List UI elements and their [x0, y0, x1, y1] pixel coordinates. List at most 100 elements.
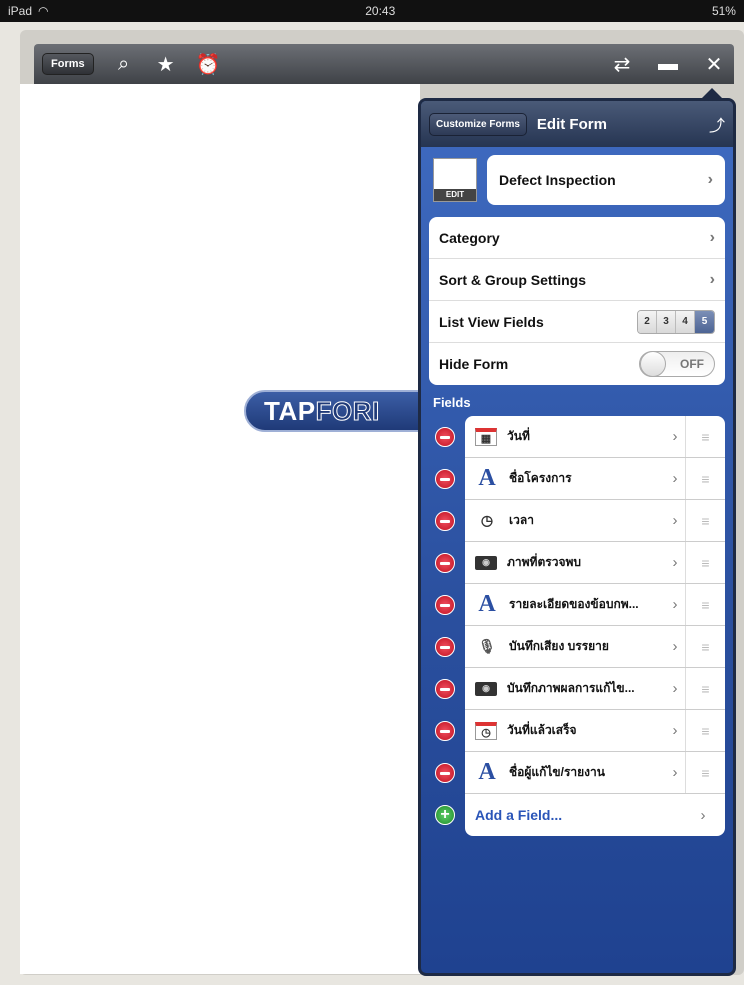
chevron-right-icon: › [672, 512, 678, 529]
field-item[interactable]: A ชื่อผู้แก้ไข/รายงาน › ≡ [465, 752, 725, 794]
field-row: 🎙 บันทึกเสียง บรรยาย › ≡ [421, 626, 733, 668]
folder-icon[interactable]: ▬ [656, 53, 680, 76]
fields-header: Fields [433, 395, 471, 410]
segment-4[interactable]: 4 [676, 310, 695, 333]
chevron-right-icon: › [672, 428, 678, 445]
delete-field-button[interactable] [435, 553, 455, 573]
hide-form-toggle[interactable]: OFF [639, 351, 715, 377]
wifi-icon: ◠ [38, 4, 49, 18]
field-item[interactable]: A รายละเอียดของข้อบกพ... › ≡ [465, 584, 725, 626]
sync-icon[interactable]: ⇄ [610, 52, 634, 77]
photo-icon: ◉ [475, 555, 497, 570]
field-label: วันที่ [507, 429, 530, 443]
sort-group-row[interactable]: Sort & Group Settings › [429, 259, 725, 301]
edit-form-popover: Customize Forms Edit Form ⤴ EDIT Defect … [418, 98, 736, 976]
thumbnail-edit-label: EDIT [434, 189, 476, 201]
battery-label: 51% [711, 4, 736, 18]
field-item[interactable]: ◉ ภาพที่ตรวจพบ › ≡ [465, 542, 725, 584]
delete-field-button[interactable] [435, 511, 455, 531]
field-label: ภาพที่ตรวจพบ [507, 555, 582, 569]
field-item[interactable]: A ชื่อโครงการ › ≡ [465, 458, 725, 500]
field-label: บันทึกเสียง บรรยาย [509, 639, 609, 653]
search-icon[interactable]: ⌕ [112, 53, 136, 76]
chevron-right-icon: › [672, 680, 678, 697]
chevron-right-icon: › [672, 764, 678, 781]
delete-field-button[interactable] [435, 679, 455, 699]
delete-field-button[interactable] [435, 637, 455, 657]
chevron-right-icon: › [672, 554, 678, 571]
segment-2[interactable]: 2 [638, 310, 657, 333]
field-label: ชื่อผู้แก้ไข/รายงาน [509, 765, 605, 779]
add-field-button[interactable]: Add a Field... › [465, 794, 725, 836]
tools-icon[interactable]: ✕ [702, 52, 726, 77]
top-toolbar: Forms ⌕ ★ ⏰ ⇄ ▬ ✕ [34, 44, 734, 84]
reorder-grip-icon[interactable]: ≡ [685, 542, 725, 583]
text-icon: A [478, 465, 496, 491]
field-item[interactable]: ◉ บันทึกภาพผลการแก้ไข... › ≡ [465, 668, 725, 710]
alarm-icon[interactable]: ⏰ [196, 52, 221, 77]
field-row: ◷ เวลา › ≡ [421, 500, 733, 542]
clock-icon: ◷ [480, 512, 494, 528]
delete-field-button[interactable] [435, 427, 455, 447]
star-icon[interactable]: ★ [154, 52, 178, 77]
form-name-button[interactable]: Defect Inspection › [487, 155, 725, 205]
hide-form-label: Hide Form [439, 356, 509, 372]
chevron-right-icon: › [672, 470, 678, 487]
delete-field-button[interactable] [435, 595, 455, 615]
reorder-grip-icon[interactable]: ≡ [685, 710, 725, 751]
category-row[interactable]: Category › [429, 217, 725, 259]
fields-list: ▦ วันที่ › ≡ A ชื่อโครงการ › ≡ ◷ เวลา › … [421, 416, 733, 836]
add-field-plus-icon[interactable]: + [435, 805, 455, 825]
field-item[interactable]: ◷ วันที่แล้วเสร็จ › ≡ [465, 710, 725, 752]
text-icon: A [478, 759, 496, 785]
field-row: A ชื่อโครงการ › ≡ [421, 458, 733, 500]
delete-field-button[interactable] [435, 469, 455, 489]
logo-text-outline: FORI [315, 395, 380, 426]
reorder-grip-icon[interactable]: ≡ [685, 668, 725, 709]
chevron-right-icon: › [672, 596, 678, 613]
reorder-grip-icon[interactable]: ≡ [685, 626, 725, 667]
reorder-grip-icon[interactable]: ≡ [685, 500, 725, 541]
forms-button[interactable]: Forms [42, 53, 94, 75]
chevron-right-icon: › [672, 638, 678, 655]
toggle-state-label: OFF [680, 357, 704, 371]
field-row: ◉ ภาพที่ตรวจพบ › ≡ [421, 542, 733, 584]
segment-3[interactable]: 3 [657, 310, 676, 333]
delete-field-button[interactable] [435, 721, 455, 741]
form-name-row: EDIT Defect Inspection › [433, 155, 725, 205]
toggle-knob [640, 351, 666, 377]
add-field-row: + Add a Field... › [421, 794, 733, 836]
list-view-fields-label: List View Fields [439, 313, 544, 330]
hide-form-row: Hide Form OFF [429, 343, 725, 385]
main-content-area [20, 84, 420, 974]
add-field-label: Add a Field... [475, 807, 563, 823]
delete-field-button[interactable] [435, 763, 455, 783]
field-item[interactable]: ◷ เวลา › ≡ [465, 500, 725, 542]
field-item[interactable]: 🎙 บันทึกเสียง บรรยาย › ≡ [465, 626, 725, 668]
reorder-grip-icon[interactable]: ≡ [685, 458, 725, 499]
photo-icon: ◉ [475, 681, 497, 696]
microphone-icon: 🎙 [478, 638, 496, 654]
segment-5[interactable]: 5 [695, 310, 714, 333]
calendar-icon: ◷ [475, 721, 497, 740]
chevron-right-icon: › [700, 806, 706, 824]
list-view-fields-segmented: 2 3 4 5 [637, 309, 715, 334]
field-row: A ชื่อผู้แก้ไข/รายงาน › ≡ [421, 752, 733, 794]
chevron-right-icon: › [709, 270, 715, 288]
reorder-grip-icon[interactable]: ≡ [685, 752, 725, 793]
reorder-grip-icon[interactable]: ≡ [685, 584, 725, 625]
chevron-right-icon: › [707, 171, 713, 188]
clock-label: 20:43 [365, 4, 396, 18]
field-item[interactable]: ▦ วันที่ › ≡ [465, 416, 725, 458]
field-label: วันที่แล้วเสร็จ [507, 723, 577, 737]
share-icon[interactable]: ⤴ [709, 112, 725, 136]
customize-forms-button[interactable]: Customize Forms [429, 112, 527, 136]
form-thumbnail[interactable]: EDIT [433, 158, 477, 202]
category-label: Category [439, 229, 500, 246]
status-bar: iPad ◠ 20:43 51% [0, 0, 744, 22]
field-label: บันทึกภาพผลการแก้ไข... [507, 681, 635, 695]
calendar-icon: ▦ [475, 427, 497, 446]
device-label: iPad [8, 4, 33, 18]
settings-group: Category › Sort & Group Settings › List … [429, 217, 725, 385]
reorder-grip-icon[interactable]: ≡ [685, 416, 725, 457]
